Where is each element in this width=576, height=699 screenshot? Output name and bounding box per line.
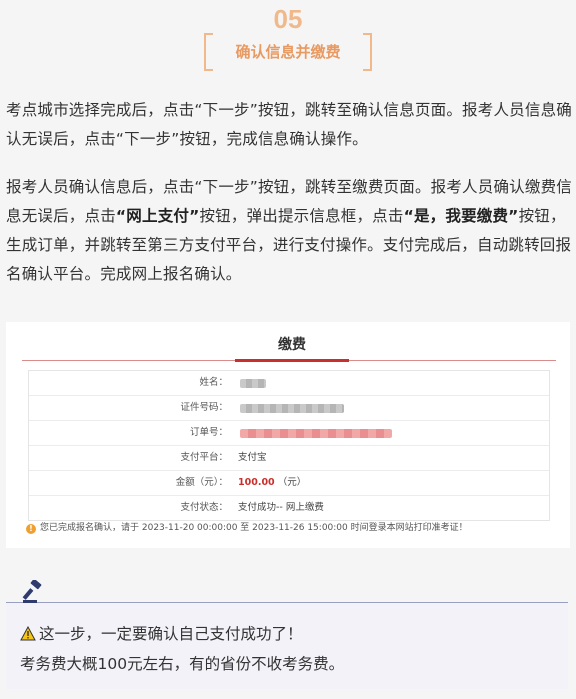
- id-number-redacted: [234, 396, 549, 420]
- row-label: 订单号：: [189, 427, 228, 438]
- table-row: 支付状态： 支付成功-- 网上缴费: [29, 496, 549, 520]
- row-label: 支付状态：: [180, 502, 228, 513]
- name-value-redacted: [234, 371, 549, 395]
- payment-status-value: 支付成功-- 网上缴费: [238, 502, 324, 513]
- tip-line-1-text: 这一步，一定要确认自己支付成功了！: [39, 625, 303, 643]
- gavel-icon: [22, 580, 42, 603]
- p2-bold-confirm-pay: “是，我要缴费”: [403, 207, 519, 225]
- table-row: 支付平台： 支付宝: [29, 446, 549, 471]
- amount-unit: （元）: [277, 477, 307, 488]
- card-divider-accent: [235, 359, 349, 362]
- notice-text: 您已完成报名确认，请于 2023-11-20 00:00:00 至 2023-1…: [40, 523, 468, 533]
- instruction-paragraph-1: 考点城市选择完成后，点击“下一步”按钮，跳转至确认信息页面。报考人员信息确认无误…: [6, 101, 572, 148]
- amount-cell: 100.00 （元）: [234, 471, 549, 495]
- table-row: 证件号码：: [29, 396, 549, 421]
- row-label: 姓名：: [199, 377, 228, 388]
- warning-icon: [20, 626, 36, 641]
- p2-bold-online-pay: “网上支付”: [115, 207, 200, 225]
- tip-line-2: 考务费大概100元左右，有的省份不收考务费。: [20, 655, 345, 673]
- info-icon: !: [26, 524, 36, 534]
- row-label: 支付平台：: [180, 452, 228, 463]
- redaction-blur: [240, 404, 344, 413]
- row-label: 金额（元）：: [175, 477, 228, 488]
- instruction-paragraph-2: 报考人员确认信息后，点击“下一步”按钮，跳转至缴费页面。报考人员确认缴费信息无误…: [6, 173, 572, 289]
- tip-box: [6, 602, 568, 689]
- p2-text-b: 按钮，弹出提示信息框，点击: [199, 207, 404, 225]
- order-number-redacted: [234, 421, 549, 445]
- tip-line-1: 这一步，一定要确认自己支付成功了！: [20, 622, 303, 644]
- row-label: 证件号码：: [180, 402, 228, 413]
- table-row: 姓名：: [29, 371, 549, 396]
- table-row: 金额（元）： 100.00 （元）: [29, 471, 549, 496]
- redaction-blur: [240, 379, 266, 388]
- amount-value: 100.00: [238, 477, 275, 488]
- print-admission-notice: ! 您已完成报名确认，请于 2023-11-20 00:00:00 至 2023-…: [26, 520, 556, 534]
- payment-info-table: 姓名： 证件号码： 订单号： 支付平台： 支付宝 金额（元）： 100.00 （…: [28, 370, 550, 521]
- redaction-blur: [240, 429, 392, 438]
- table-row: 订单号：: [29, 421, 549, 446]
- step-title-frame: 确认信息并缴费: [204, 33, 372, 71]
- payment-platform-value: 支付宝: [238, 452, 267, 463]
- payment-screenshot-card: 缴费 姓名： 证件号码： 订单号： 支付平台： 支付宝 金额（元）： 100.0…: [6, 322, 570, 548]
- step-title: 确认信息并缴费: [235, 43, 341, 61]
- payment-card-title: 缴费: [278, 337, 306, 353]
- step-number: 05: [273, 4, 303, 34]
